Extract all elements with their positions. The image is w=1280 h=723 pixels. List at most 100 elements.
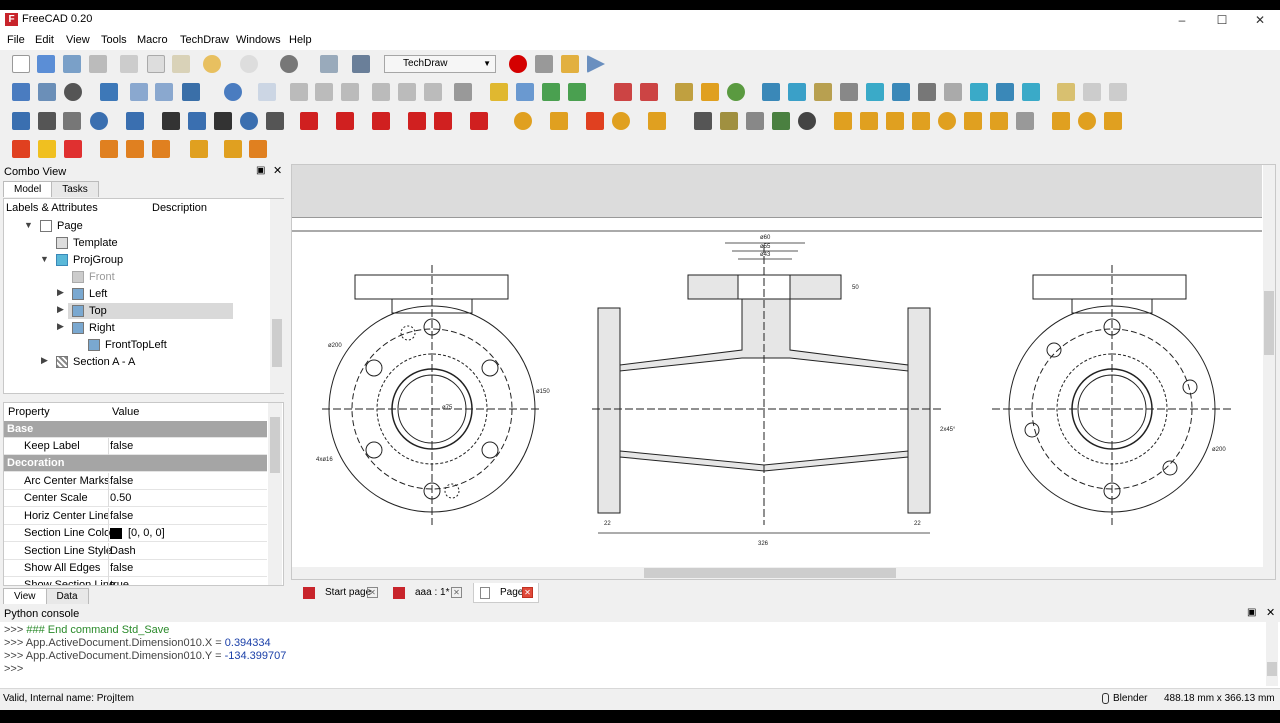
stop-macro-icon[interactable]	[535, 55, 553, 73]
tree-item-right[interactable]: Right	[72, 320, 115, 336]
zoom-icon[interactable]	[224, 83, 242, 101]
minimize-button[interactable]: –	[1162, 10, 1202, 30]
intersection-icon[interactable]	[586, 112, 604, 130]
chevron-down-icon[interactable]: ▼	[24, 220, 33, 230]
show-all-icon[interactable]	[240, 112, 258, 130]
canvas-vscroll[interactable]	[1263, 165, 1275, 579]
annotation-icon[interactable]	[1057, 83, 1075, 101]
link-dimension-icon[interactable]	[1052, 112, 1070, 130]
ext-mark-icon[interactable]	[12, 140, 30, 158]
prop-group-decoration[interactable]: Decoration	[4, 455, 267, 472]
open-file-icon[interactable]	[37, 55, 55, 73]
chevron-right-icon[interactable]: ▶	[57, 321, 64, 332]
menu-file[interactable]: File	[7, 34, 25, 46]
navigation-style-selector[interactable]: Blender ▼	[1096, 691, 1158, 719]
redo-icon[interactable]	[240, 55, 258, 73]
drawing-canvas[interactable]: ø60 ø55 ø43 326 22 22 50 2x45° ø150 ø200…	[291, 164, 1276, 580]
link-icon[interactable]	[182, 83, 200, 101]
menu-tools[interactable]: Tools	[101, 34, 127, 46]
tree-item-fronttopleft[interactable]: FrontTopLeft	[88, 337, 167, 353]
menu-macro[interactable]: Macro	[137, 34, 168, 46]
length-dimension-icon[interactable]	[834, 112, 852, 130]
canvas-hscroll-thumb[interactable]	[644, 568, 896, 578]
ext-swap-icon[interactable]	[100, 140, 118, 158]
isometric-view-icon[interactable]	[258, 83, 276, 101]
draw-style-icon[interactable]	[64, 83, 82, 101]
active-view-icon[interactable]	[788, 83, 806, 101]
insert-image-icon[interactable]	[814, 83, 832, 101]
front-view-icon[interactable]	[290, 83, 308, 101]
console-scroll-thumb[interactable]	[1267, 662, 1277, 676]
python-console[interactable]: Python console ▣ ✕ >>> ### End command S…	[0, 606, 1280, 688]
diameter-dimension-icon[interactable]	[938, 112, 956, 130]
doc-tab-start-page[interactable]: Start page ✕	[299, 583, 381, 603]
console-prompt[interactable]: >>>	[4, 663, 23, 675]
edit-macro-icon[interactable]	[561, 55, 579, 73]
undo-icon[interactable]	[203, 55, 221, 73]
projection-group-icon[interactable]	[866, 83, 884, 101]
ext-chain-icon[interactable]	[249, 140, 267, 158]
balloon-dimension-icon[interactable]	[1078, 112, 1096, 130]
insert-clip-icon[interactable]	[840, 83, 858, 101]
new-file-icon[interactable]	[12, 55, 30, 73]
hole-shaft-icon[interactable]	[90, 112, 108, 130]
extend-line-icon[interactable]	[470, 112, 488, 130]
ext-arrow-icon[interactable]	[64, 140, 82, 158]
close-tab-icon[interactable]: ✕	[451, 587, 462, 598]
line-icon[interactable]	[648, 112, 666, 130]
link-make-icon[interactable]	[542, 83, 560, 101]
close-button[interactable]: ✕	[1240, 10, 1280, 30]
tree-item-front[interactable]: Front	[72, 269, 115, 285]
text-annotation-icon[interactable]	[12, 112, 30, 130]
prop-row-arc-center-marks[interactable]: Arc Center Marks false	[4, 473, 267, 490]
close-tab-icon[interactable]: ✕	[367, 587, 378, 598]
balloon-icon[interactable]	[1083, 83, 1101, 101]
fit-selection-icon[interactable]	[38, 83, 56, 101]
top-view-icon[interactable]	[315, 83, 333, 101]
forward-icon[interactable]	[155, 83, 173, 101]
weld-icon[interactable]	[266, 112, 284, 130]
leader-icon[interactable]	[1109, 83, 1127, 101]
prop-row-section-line-color[interactable]: Section Line Color [0, 0, 0]	[4, 525, 267, 542]
section-view-icon[interactable]	[892, 83, 910, 101]
part-icon[interactable]	[490, 83, 508, 101]
bounding-box-icon[interactable]	[100, 83, 118, 101]
paste-icon[interactable]	[172, 55, 190, 73]
surface-finish-icon[interactable]	[38, 112, 56, 130]
insert-template-icon[interactable]	[640, 83, 658, 101]
bottom-view-icon[interactable]	[398, 83, 416, 101]
copy-icon[interactable]	[147, 55, 165, 73]
arc-icon[interactable]	[612, 112, 630, 130]
whats-this-icon[interactable]	[352, 55, 370, 73]
ext-thread-icon[interactable]	[152, 140, 170, 158]
prop-row-show-section-line[interactable]: Show Section Line true	[4, 577, 267, 585]
menu-windows[interactable]: Windows	[236, 34, 281, 46]
cut-icon[interactable]	[120, 55, 138, 73]
prop-group-base[interactable]: Base	[4, 421, 267, 438]
horizontal-dimension-icon[interactable]	[860, 112, 878, 130]
tree-item-template[interactable]: Template	[56, 235, 118, 251]
prop-scrollbar[interactable]	[268, 403, 282, 585]
radius-dimension-icon[interactable]	[912, 112, 930, 130]
tab-tasks[interactable]: Tasks	[51, 181, 99, 197]
tab-model[interactable]: Model	[3, 181, 53, 197]
canvas-hscroll[interactable]	[292, 567, 1263, 579]
tree-item-projgroup[interactable]: ProjGroup	[56, 252, 123, 268]
prop-row-show-all-edges[interactable]: Show All Edges false	[4, 560, 267, 577]
group-icon[interactable]	[516, 83, 534, 101]
tree-item-left[interactable]: Left	[72, 286, 107, 302]
insert-view-icon[interactable]	[762, 83, 780, 101]
maximize-button[interactable]: ☐	[1202, 10, 1242, 30]
eraser-icon[interactable]	[188, 112, 206, 130]
float-panel-icon[interactable]: ▣	[1247, 607, 1256, 618]
tree-scroll-thumb[interactable]	[272, 319, 282, 367]
menu-help[interactable]: Help	[289, 34, 312, 46]
right-view-icon[interactable]	[341, 83, 359, 101]
menu-techdraw[interactable]: TechDraw	[180, 34, 229, 46]
angle-dimension-icon[interactable]	[964, 112, 982, 130]
save-icon[interactable]	[63, 55, 81, 73]
rear-view-icon[interactable]	[372, 83, 390, 101]
geom-hatch-icon[interactable]	[720, 112, 738, 130]
symbol-icon[interactable]	[1022, 83, 1040, 101]
measure-icon[interactable]	[454, 83, 472, 101]
